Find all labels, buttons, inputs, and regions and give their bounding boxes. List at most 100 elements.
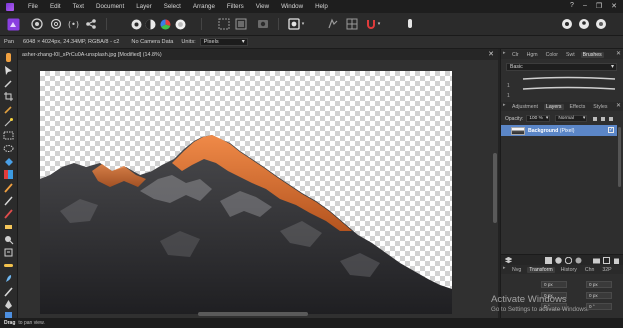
lock-icon[interactable] [593, 116, 598, 121]
mask-icon[interactable] [287, 17, 301, 31]
color-replacement-icon[interactable] [3, 208, 14, 219]
brush-category-select[interactable]: Basic [506, 63, 617, 71]
layers-stack-icon[interactable] [504, 256, 513, 264]
opacity-select[interactable]: 100 % [526, 115, 551, 122]
menu-text[interactable]: Text [73, 3, 84, 10]
export-persona-icon[interactable] [84, 17, 98, 31]
horizontal-scroll-thumb[interactable] [198, 312, 308, 316]
folder-icon[interactable] [593, 257, 600, 264]
selection-brush-icon[interactable] [3, 104, 14, 115]
selection-mode-icon[interactable] [234, 17, 248, 31]
liquify-persona-icon[interactable] [30, 17, 44, 31]
gear-icon[interactable] [609, 116, 614, 121]
tab-layers[interactable]: Layers [543, 103, 564, 110]
tab-history[interactable]: History [559, 267, 579, 273]
chevron-down-icon[interactable]: ▾ [300, 17, 306, 31]
color-wheel-icon[interactable] [129, 17, 143, 31]
transform-rotation-field[interactable]: 0 ° [541, 303, 567, 310]
quick-mask-icon[interactable] [256, 17, 270, 31]
tone-mapping-persona-icon[interactable]: (•) [67, 17, 81, 31]
develop-persona-icon[interactable] [49, 17, 63, 31]
photo-persona-icon[interactable] [6, 17, 20, 31]
layers-scroll-thumb[interactable] [618, 127, 621, 187]
blur-brush-icon[interactable] [3, 286, 14, 297]
menu-help[interactable]: Help [315, 3, 328, 10]
layer-item-background[interactable]: Background (Pixel) ✓ [501, 125, 617, 136]
hsl-icon[interactable] [173, 17, 187, 31]
image-canvas[interactable] [40, 71, 452, 314]
user-icon[interactable] [577, 17, 591, 31]
tab-chn[interactable]: Chn [583, 267, 597, 273]
menu-file[interactable]: File [28, 3, 38, 10]
selection-mode-icon[interactable] [217, 17, 231, 31]
vertical-scroll-thumb[interactable] [493, 153, 497, 223]
grid-snap-icon[interactable] [345, 17, 359, 31]
horizontal-scrollbar[interactable] [28, 312, 478, 316]
menu-edit[interactable]: Edit [50, 3, 61, 10]
flood-fill-icon[interactable] [3, 156, 14, 167]
eraser-icon[interactable] [3, 221, 14, 232]
new-layer-icon[interactable] [603, 257, 610, 264]
tab-adjustment[interactable]: Adjustment [510, 104, 540, 110]
mask-layer-icon[interactable] [545, 257, 552, 264]
collapse-icon[interactable]: ▸ [503, 265, 506, 271]
chevron-down-icon[interactable]: ▾ [376, 17, 382, 31]
hand-icon[interactable] [403, 17, 417, 31]
transform-x-field[interactable]: 0 px [541, 281, 567, 288]
gradient-tool-icon[interactable] [3, 169, 14, 180]
hand-tool-icon[interactable] [3, 52, 14, 63]
color-balance-icon[interactable] [158, 17, 172, 31]
live-filter-icon[interactable] [564, 256, 573, 265]
pen-tool-icon[interactable] [3, 299, 14, 310]
panel-close-icon[interactable]: ✕ [616, 50, 621, 57]
tab-clr[interactable]: Clr [510, 52, 521, 58]
smudge-tool-icon[interactable] [3, 273, 14, 284]
menu-document[interactable]: Document [96, 3, 124, 10]
panel-close-icon[interactable]: ✕ [616, 102, 621, 109]
flood-select-icon[interactable] [3, 117, 14, 128]
healing-brush-icon[interactable] [3, 260, 14, 271]
adjustment-layer-icon[interactable] [555, 257, 562, 264]
tab-color[interactable]: Color [544, 52, 560, 58]
tab-32p[interactable]: 32P [600, 267, 613, 273]
transform-y-field[interactable]: 0 px [541, 292, 567, 299]
snap-icon[interactable] [326, 17, 340, 31]
freehand-selection-icon[interactable] [3, 143, 14, 154]
maximize-button[interactable]: ❐ [596, 2, 602, 10]
vertical-scrollbar[interactable] [493, 63, 497, 311]
menu-view[interactable]: View [256, 3, 269, 10]
menu-layer[interactable]: Layer [136, 3, 151, 10]
color-picker-icon[interactable] [3, 78, 14, 89]
tab-effects[interactable]: Effects [568, 104, 588, 110]
units-select[interactable]: Pixels [199, 38, 248, 46]
tab-styles[interactable]: Styles [591, 104, 609, 110]
marquee-tool-icon[interactable] [3, 130, 14, 141]
menu-window[interactable]: Window [281, 3, 303, 10]
transform-w-field[interactable]: 0 px [586, 281, 612, 288]
transform-shear-field[interactable]: 0 ° [586, 303, 612, 310]
tab-brushes[interactable]: Brushes [580, 51, 604, 58]
document-tab[interactable]: asher-zhang-I0I_sPrCu0A-unsplash.jpg [Mo… [18, 49, 498, 60]
close-window-button[interactable]: ✕ [611, 2, 617, 10]
contrast-icon[interactable] [143, 17, 157, 31]
tab-transform[interactable]: Transform [527, 266, 555, 273]
layers-scrollbar[interactable] [618, 127, 622, 257]
pixel-tool-icon[interactable] [3, 195, 14, 206]
help-button[interactable]: ? [570, 2, 574, 10]
help-icon[interactable] [594, 17, 608, 31]
clone-tool-icon[interactable] [3, 247, 14, 258]
collapse-icon[interactable]: ▸ [503, 50, 506, 56]
trash-icon[interactable] [613, 257, 620, 264]
minimize-button[interactable]: – [583, 2, 587, 10]
dodge-tool-icon[interactable] [3, 234, 14, 245]
tab-swt[interactable]: Swt [564, 52, 577, 58]
brush-list[interactable]: 1 1 [507, 74, 617, 99]
transform-h-field[interactable]: 0 px [586, 292, 612, 299]
blend-mode-select[interactable]: Normal [555, 115, 588, 122]
tab-hgm[interactable]: Hgm [525, 52, 540, 58]
assistant-icon[interactable] [560, 17, 574, 31]
crop-tool-icon[interactable] [3, 91, 14, 102]
menu-filters[interactable]: Filters [227, 3, 244, 10]
layer-visibility-checkbox[interactable]: ✓ [608, 127, 614, 133]
tab-nvg[interactable]: Nvg [510, 267, 523, 273]
